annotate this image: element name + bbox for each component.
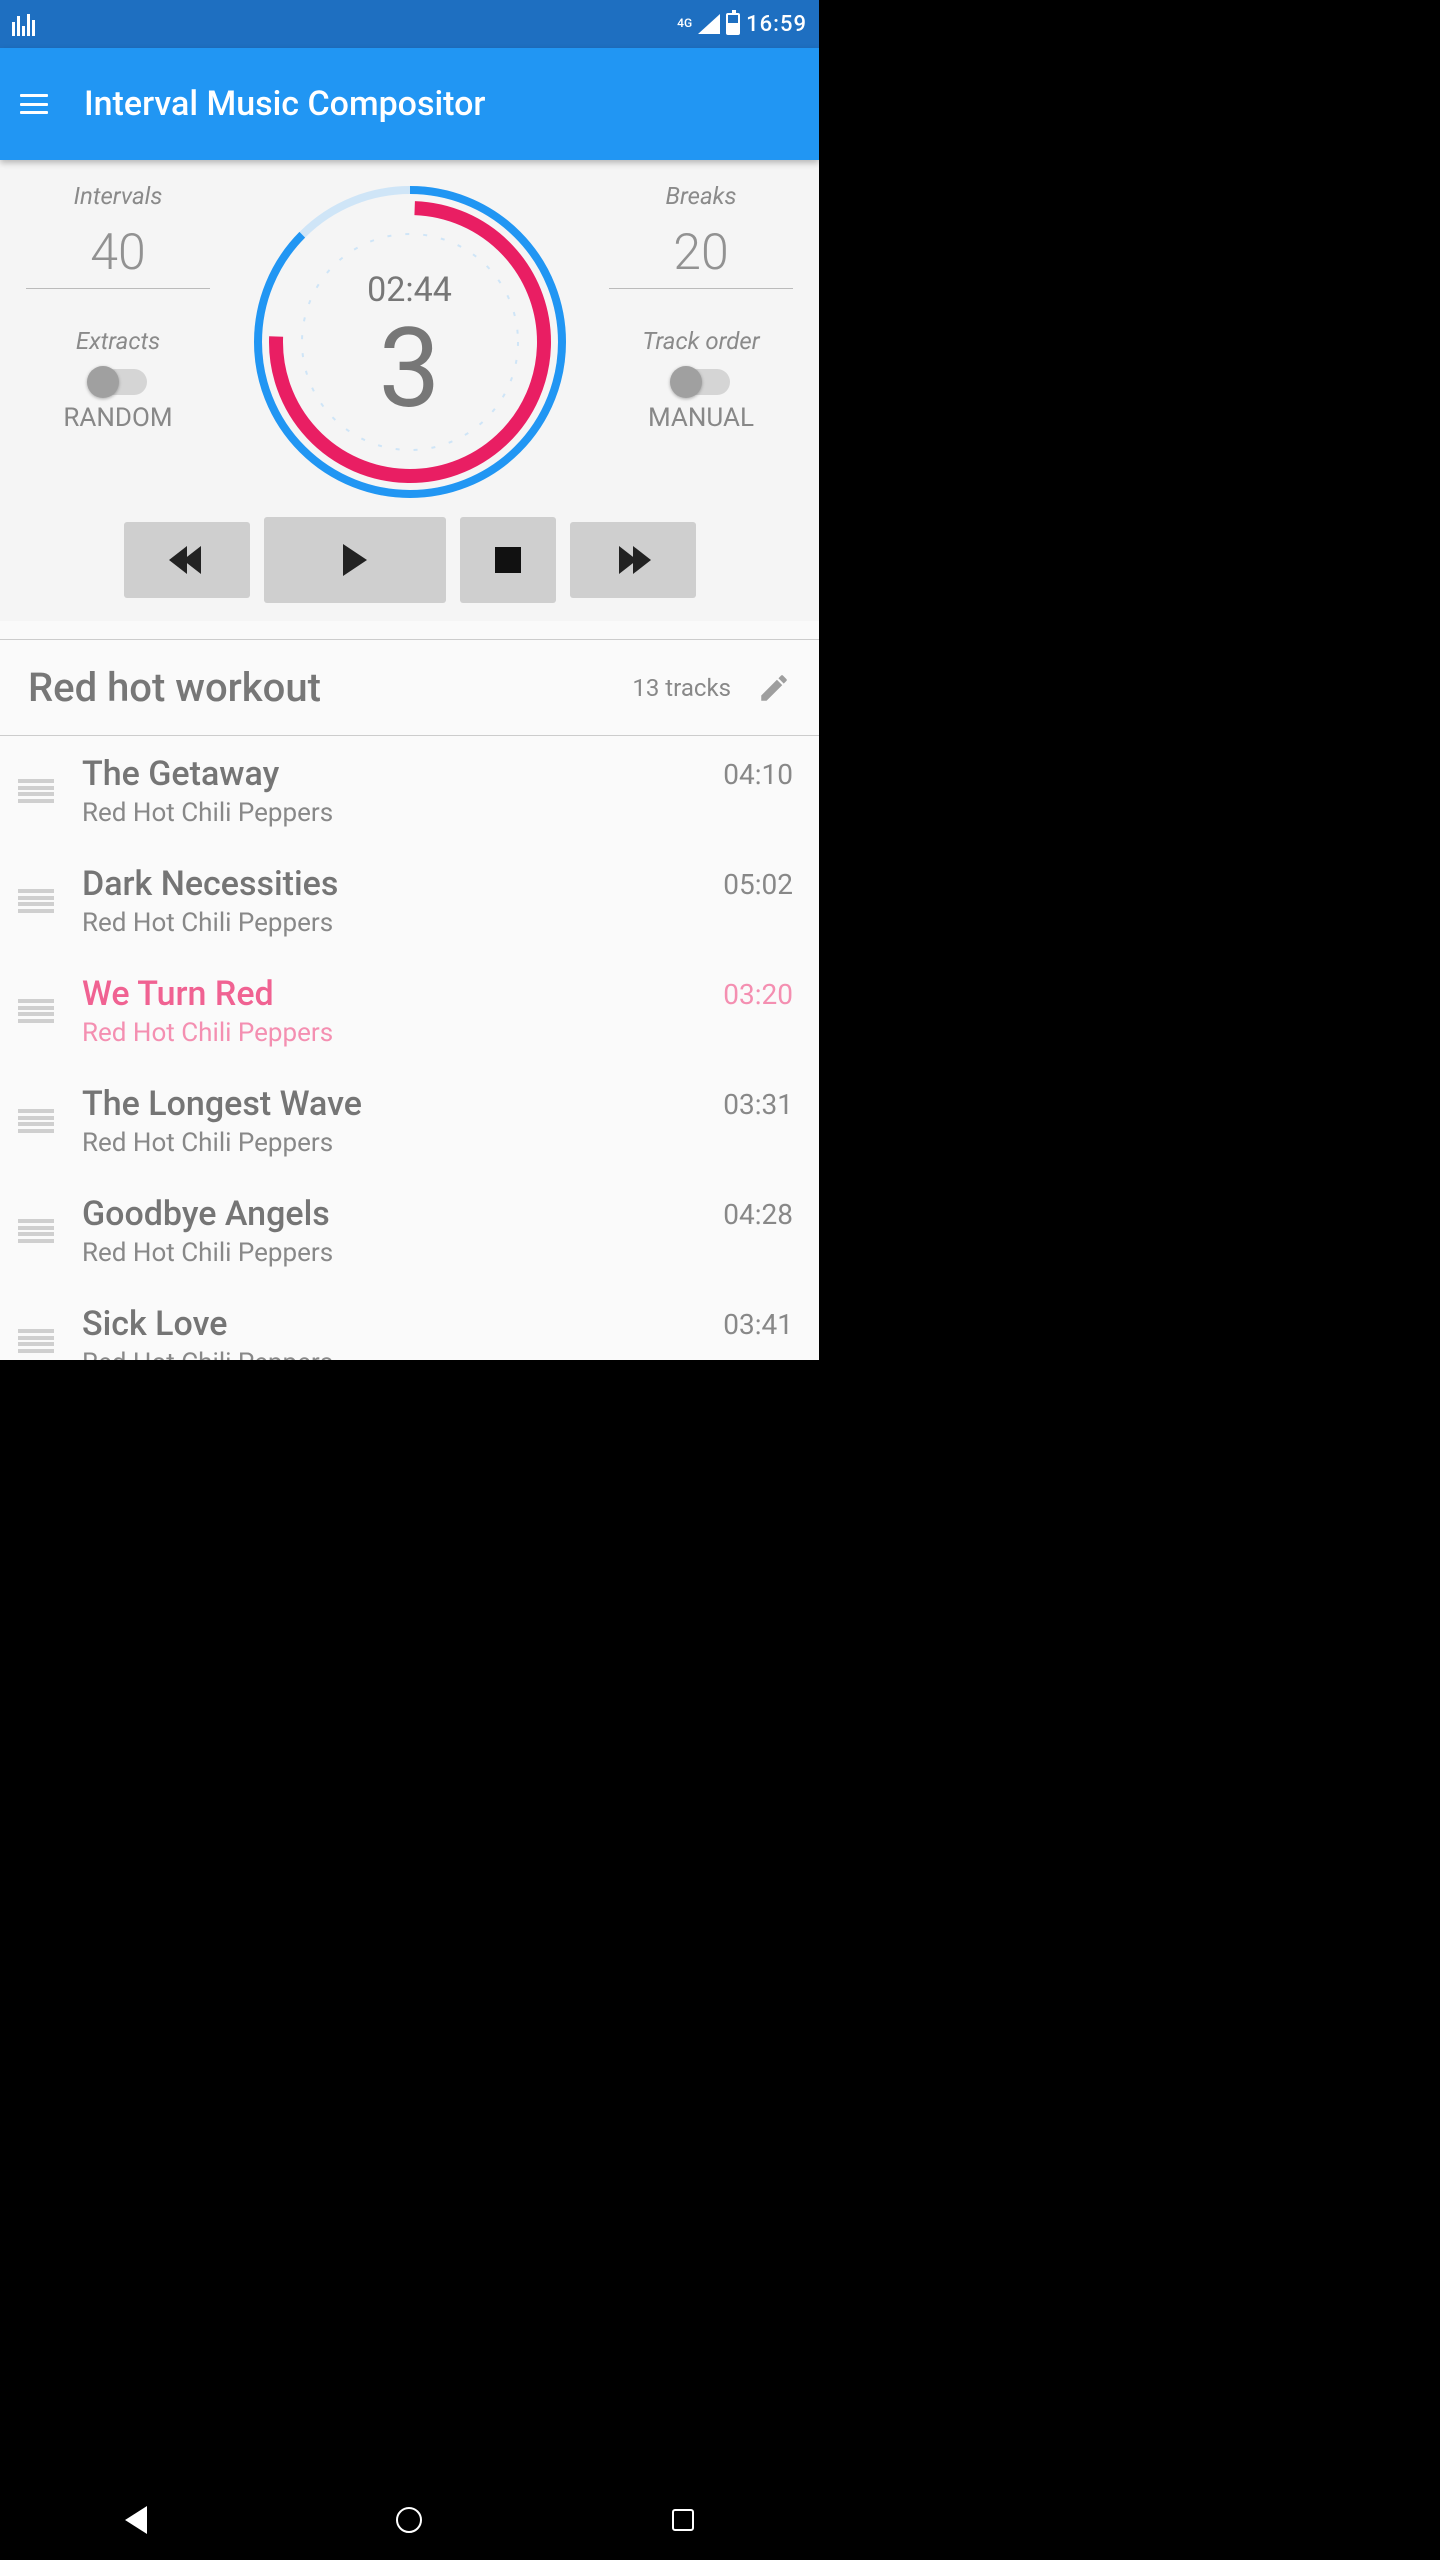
track-duration: 05:02 (723, 864, 793, 901)
track-title: Goodbye Angels (82, 1194, 723, 1234)
rewind-button[interactable] (124, 522, 250, 598)
menu-icon[interactable] (20, 94, 48, 114)
track-order-mode-label: MANUAL (601, 403, 801, 433)
track-duration: 04:10 (723, 754, 793, 791)
app-title: Interval Music Compositor (84, 84, 485, 124)
track-order-label: Track order (601, 327, 801, 355)
track-title: We Turn Red (82, 974, 723, 1014)
progress-dial: 02:44 3 (250, 182, 570, 502)
drag-handle-icon[interactable] (18, 1219, 54, 1243)
timer-panel: Intervals 40 Extracts RANDOM 02 (0, 160, 819, 621)
drag-handle-icon[interactable] (18, 999, 54, 1023)
nav-home-icon[interactable] (396, 2507, 422, 2533)
track-row[interactable]: Dark Necessities Red Hot Chili Peppers05:… (0, 846, 819, 956)
track-duration: 04:28 (723, 1194, 793, 1231)
breaks-label: Breaks (601, 182, 801, 210)
battery-charging-icon (726, 13, 740, 35)
nav-back-icon[interactable] (125, 2506, 147, 2534)
track-row[interactable]: Goodbye Angels Red Hot Chili Peppers04:28 (0, 1176, 819, 1286)
forward-button[interactable] (570, 522, 696, 598)
playlist-name: Red hot workout (28, 664, 632, 711)
extracts-toggle[interactable] (89, 369, 147, 395)
track-artist: Red Hot Chili Peppers (82, 798, 723, 828)
extracts-mode-label: RANDOM (18, 403, 218, 433)
drag-handle-icon[interactable] (18, 1329, 54, 1353)
equalizer-icon (12, 12, 35, 36)
track-artist: Red Hot Chili Peppers (82, 1018, 723, 1048)
track-duration: 03:31 (723, 1084, 793, 1121)
status-clock: 16:59 (746, 12, 807, 37)
track-title: Sick Love (82, 1304, 723, 1344)
intervals-label: Intervals (18, 182, 218, 210)
app-bar: Interval Music Compositor (0, 48, 819, 160)
track-row[interactable]: The Getaway Red Hot Chili Peppers04:10 (0, 736, 819, 846)
pencil-icon[interactable] (757, 671, 791, 705)
track-artist: Red Hot Chili Peppers (82, 908, 723, 938)
network-4g-label: 4G (677, 12, 692, 30)
signal-icon (698, 14, 720, 34)
nav-recent-icon[interactable] (672, 2509, 694, 2531)
track-title: The Longest Wave (82, 1084, 723, 1124)
drag-handle-icon[interactable] (18, 889, 54, 913)
play-button[interactable] (264, 517, 446, 603)
drag-handle-icon[interactable] (18, 779, 54, 803)
track-order-toggle[interactable] (672, 369, 730, 395)
track-artist: Red Hot Chili Peppers (82, 1128, 723, 1158)
track-title: Dark Necessities (82, 864, 723, 904)
breaks-input[interactable]: 20 (609, 224, 793, 289)
track-title: The Getaway (82, 754, 723, 794)
track-artist: Red Hot Chili Peppers (82, 1238, 723, 1268)
track-list: The GetawayRed Hot Chili Peppers04:10Dar… (0, 736, 819, 1360)
track-duration: 03:20 (723, 974, 793, 1011)
track-duration: 03:41 (723, 1304, 793, 1341)
track-artist: Red Hot Chili Peppers (82, 1348, 723, 1360)
status-bar: 4G 16:59 (0, 0, 819, 48)
track-row[interactable]: We Turn Red Red Hot Chili Peppers03:20 (0, 956, 819, 1066)
playback-controls (18, 522, 801, 603)
track-row[interactable]: Sick Love Red Hot Chili Peppers03:41 (0, 1286, 819, 1360)
extracts-label: Extracts (18, 327, 218, 355)
android-nav-bar (0, 2480, 819, 2560)
dial-count: 3 (250, 304, 570, 433)
playlist-header: Red hot workout 13 tracks (0, 640, 819, 736)
track-count: 13 tracks (632, 674, 731, 702)
stop-button[interactable] (460, 517, 556, 603)
track-row[interactable]: The Longest Wave Red Hot Chili Peppers03:… (0, 1066, 819, 1176)
intervals-input[interactable]: 40 (26, 224, 210, 289)
drag-handle-icon[interactable] (18, 1109, 54, 1133)
